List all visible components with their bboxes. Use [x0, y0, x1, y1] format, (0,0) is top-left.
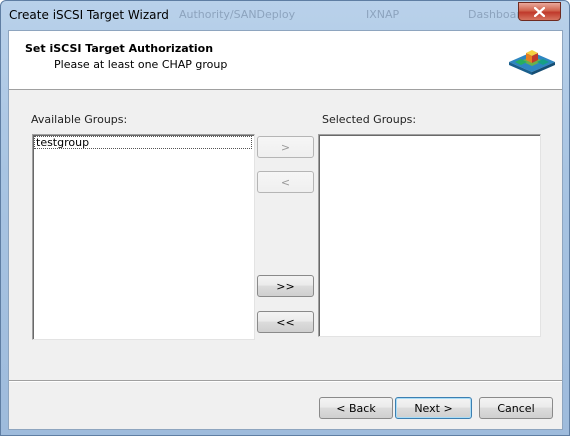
next-button[interactable]: Next > [395, 397, 472, 419]
add-all-groups-button[interactable]: >> [257, 275, 314, 297]
remove-group-button[interactable]: < [257, 171, 314, 193]
selected-groups-label: Selected Groups: [322, 113, 417, 126]
page-subtitle: Please at least one CHAP group [54, 58, 228, 71]
add-group-button[interactable]: > [257, 136, 314, 158]
window-title: Create iSCSI Target Wizard [9, 8, 169, 22]
available-groups-list[interactable]: testgroup [32, 134, 255, 340]
close-button[interactable] [518, 2, 561, 21]
wizard-window: Create iSCSI Target Wizard Authority/SAN… [0, 0, 570, 436]
page-title: Set iSCSI Target Authorization [25, 42, 214, 55]
background-title-fragment: Authority/SANDeploy [179, 8, 296, 21]
footer-divider [9, 380, 562, 382]
background-title-fragment: IXNAP [366, 8, 400, 21]
remove-all-groups-button[interactable]: << [257, 311, 314, 333]
close-icon [534, 6, 545, 17]
cancel-button[interactable]: Cancel [479, 397, 553, 419]
back-button[interactable]: < Back [319, 397, 393, 419]
selected-groups-list[interactable] [318, 134, 541, 337]
stacked-cubes-icon [509, 50, 555, 75]
title-bar[interactable]: Create iSCSI Target Wizard Authority/SAN… [1, 1, 569, 31]
available-groups-label: Available Groups: [31, 113, 128, 126]
list-item[interactable]: testgroup [34, 136, 252, 149]
wizard-header: Set iSCSI Target Authorization Please at… [9, 31, 562, 90]
wizard-body: Set iSCSI Target Authorization Please at… [8, 30, 563, 430]
